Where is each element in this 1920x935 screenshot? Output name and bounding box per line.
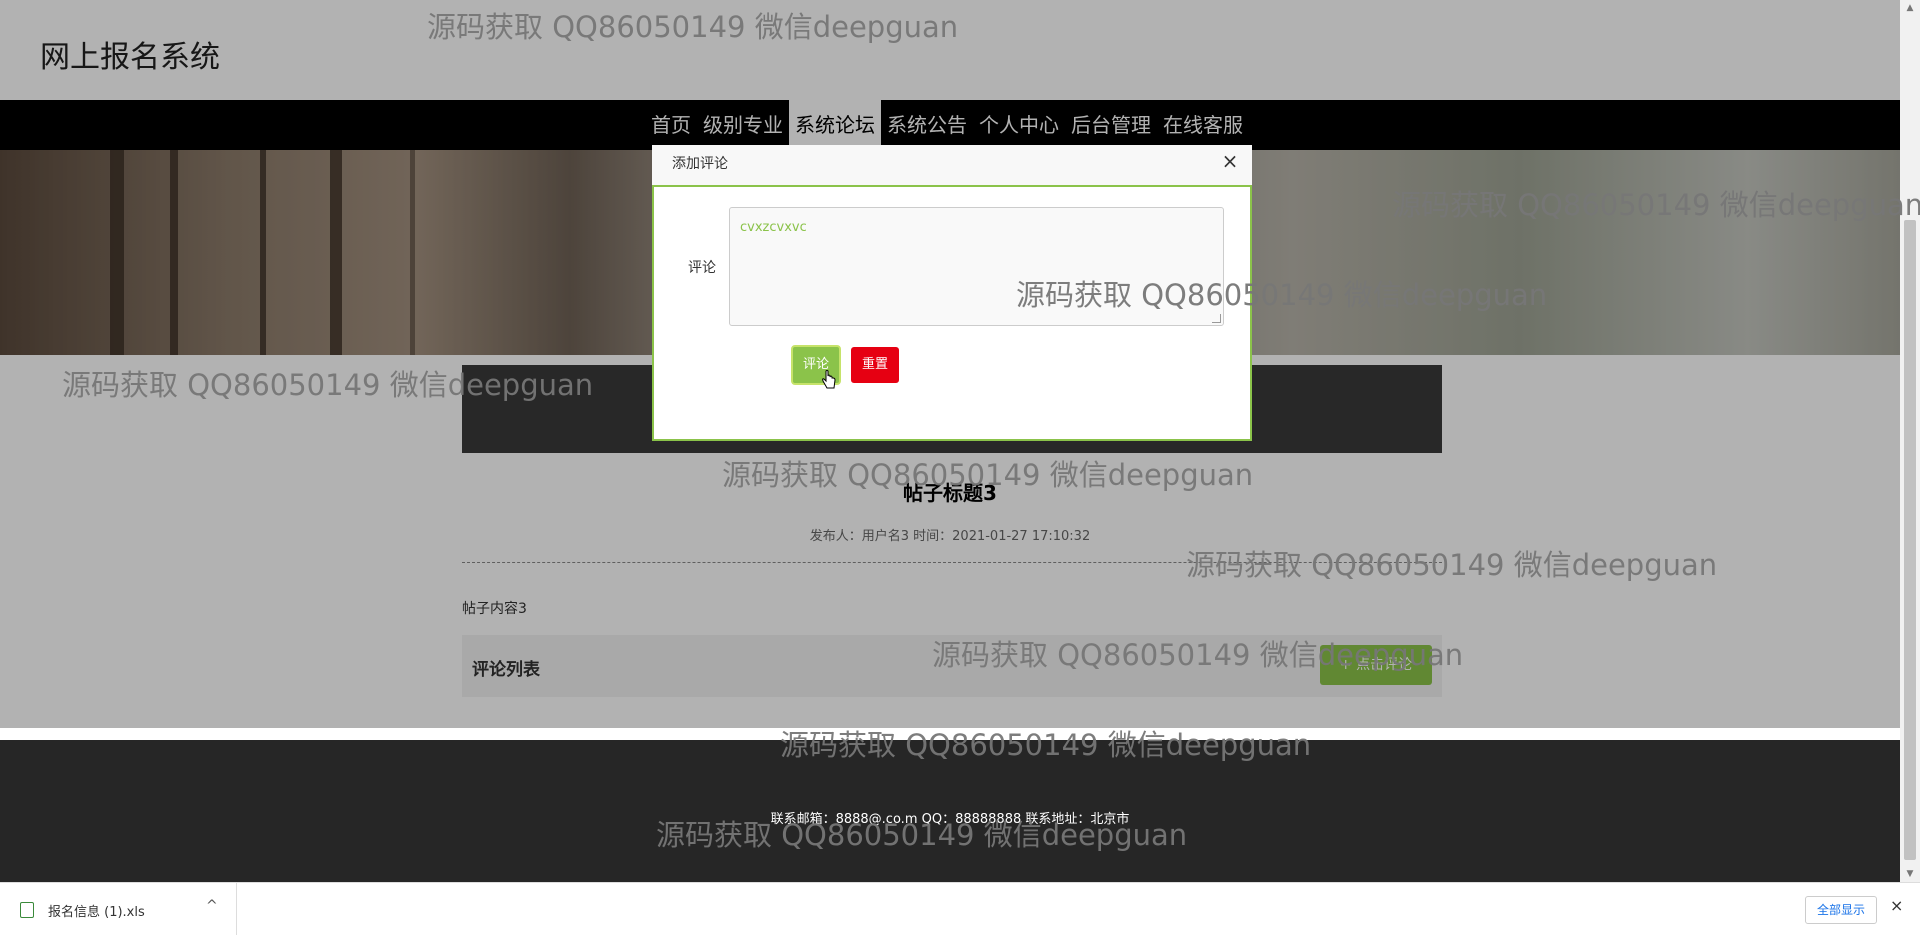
download-file-name[interactable]: 报名信息 (1).xls	[48, 901, 145, 920]
watermark: 源码获取 QQ86050149 微信deepguan	[780, 728, 1312, 762]
scroll-up-icon[interactable]: ▲	[1900, 0, 1920, 16]
page-scrollbar[interactable]: ▲ ▼	[1900, 0, 1920, 882]
spreadsheet-file-icon	[20, 902, 34, 918]
watermark: 源码获取 QQ86050149 微信deepguan	[427, 10, 959, 44]
show-all-button[interactable]: 全部显示	[1805, 896, 1877, 924]
dialog-header: 添加评论 ×	[652, 145, 1252, 186]
close-icon[interactable]: ×	[1218, 149, 1242, 173]
hand-cursor-icon	[822, 370, 836, 389]
watermark: 源码获取 QQ86050149 微信deepguan	[722, 458, 1254, 492]
scroll-down-icon[interactable]: ▼	[1900, 866, 1920, 882]
watermark: 源码获取 QQ86050149 微信deepguan	[932, 638, 1464, 672]
watermark: 源码获取 QQ86050149 微信deepguan	[1186, 548, 1718, 582]
watermark: 源码获取 QQ86050149 微信deepguan	[62, 368, 594, 402]
comment-textarea-value: cvxzcvxvc	[740, 220, 807, 235]
watermark: 源码获取 QQ86050149 微信deepguan	[1016, 278, 1548, 312]
close-download-bar-icon[interactable]: ×	[1890, 896, 1903, 915]
scroll-thumb[interactable]	[1904, 220, 1916, 860]
download-item[interactable]: 报名信息 (1).xls ^	[0, 883, 237, 935]
comment-field-label: 评论	[688, 260, 716, 276]
reset-button[interactable]: 重置	[851, 347, 899, 383]
chevron-up-icon[interactable]: ^	[206, 898, 218, 914]
dialog-title: 添加评论	[672, 156, 728, 172]
watermark: 源码获取 QQ86050149 微信deepguan	[1392, 188, 1920, 222]
watermark: 源码获取 QQ86050149 微信deepguan	[656, 818, 1188, 852]
download-bar: 报名信息 (1).xls ^ 全部显示 ×	[0, 882, 1920, 935]
resize-handle-icon[interactable]	[1212, 314, 1221, 323]
